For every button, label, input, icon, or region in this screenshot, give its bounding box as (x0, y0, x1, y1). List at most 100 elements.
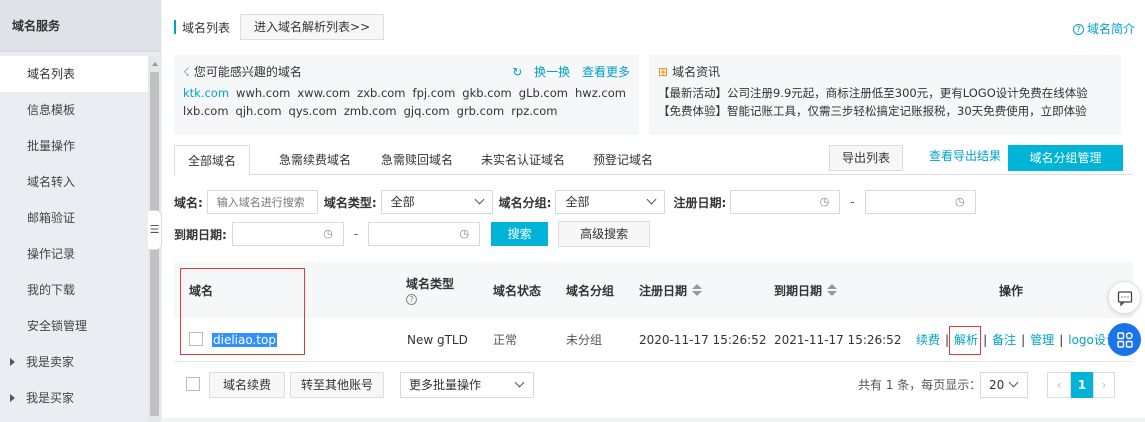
page-header: 域名列表 进入域名解析列表>> (174, 14, 385, 40)
search-button[interactable]: 搜索 (491, 222, 549, 246)
prev-page-button[interactable]: ‹ (1047, 372, 1071, 398)
recommend-domain[interactable]: gjq.com (404, 104, 450, 118)
expand-triangle-icon (10, 394, 15, 402)
tab-renew-needed[interactable]: 急需续费域名 (272, 145, 358, 175)
manage-link[interactable]: 管理 (1030, 333, 1054, 347)
type-cell: New gTLD (407, 333, 468, 347)
reg-date-start[interactable]: ◷ (730, 190, 841, 214)
expand-triangle-icon (10, 358, 15, 366)
exp-date-cell: 2021-11-17 15:26:52 (774, 333, 902, 347)
domain-group-select[interactable]: 全部 (555, 190, 666, 214)
refresh-link[interactable]: ↻ 换一换 (504, 65, 570, 79)
sidebar-group-seller[interactable]: 我是卖家 (0, 344, 148, 380)
sidebar-group-buyer[interactable]: 我是买家 (0, 380, 148, 416)
clock-icon: ◷ (954, 195, 965, 208)
tab-preregistered[interactable]: 预登记域名 (586, 145, 660, 175)
tab-redeem-needed[interactable]: 急需赎回域名 (372, 145, 462, 175)
col-reg-date[interactable]: 注册日期 (639, 262, 703, 318)
refresh-label: 换一换 (534, 65, 571, 79)
sidebar: 域名服务 域名列表 信息模板 批量操作 域名转入 邮箱验证 操作记录 我的下载 … (0, 0, 161, 422)
recommend-domain[interactable]: fpj.com (413, 86, 456, 100)
group-manage-button[interactable]: 域名分组管理 (1008, 145, 1123, 171)
recommend-domain[interactable]: hwz.com (575, 86, 626, 100)
main-content: 域名列表 进入域名解析列表>> ? 域名简介 ☇ 您可能感兴趣的域名 ↻ 换一换 … (162, 0, 1145, 422)
page-size-select[interactable]: 20 (980, 372, 1028, 398)
help-circle-icon[interactable]: ? (406, 294, 417, 305)
col-exp-date[interactable]: 到期日期 (774, 262, 838, 318)
sidebar-item-domain-list[interactable]: 域名列表 (0, 56, 148, 92)
domain-group-label: 域名分组: (498, 195, 552, 210)
record-link[interactable]: 备注 (992, 333, 1016, 347)
feedback-float-button[interactable] (1108, 281, 1141, 314)
recommend-title: 您可能感兴趣的域名 (193, 65, 302, 79)
recommend-domain[interactable]: zxb.com (357, 86, 405, 100)
recommend-domain[interactable]: qys.com (289, 104, 337, 118)
select-all-checkbox[interactable] (186, 377, 200, 391)
domain-highlight-box (180, 268, 305, 355)
recommend-domain[interactable]: wwh.com (236, 86, 290, 100)
recommend-domain[interactable]: qjh.com (236, 104, 282, 118)
domain-type-label: 域名类型: (323, 195, 377, 210)
sidebar-title: 域名服务 (0, 0, 160, 52)
bottom-divider (162, 418, 1145, 422)
export-list-button[interactable]: 导出列表 (829, 145, 903, 171)
batch-renew-button[interactable]: 域名续费 (209, 372, 285, 398)
menu-collapse-icon: ☰ (149, 223, 160, 236)
help-circle-icon: ? (1072, 24, 1084, 35)
recommend-domain[interactable]: rpz.com (511, 104, 557, 118)
recommend-domain[interactable]: ktk.com (183, 86, 229, 100)
view-more-link[interactable]: 查看更多 (582, 65, 630, 79)
date-separator: - (353, 227, 359, 241)
sidebar-item-transfer-in[interactable]: 域名转入 (0, 164, 148, 200)
chat-icon (1117, 290, 1132, 306)
domain-search-input[interactable] (206, 190, 318, 214)
ops-cell: 续费 | 解析 | 备注 | 管理 | logo设计 (916, 333, 1118, 347)
tab-unverified[interactable]: 未实名认证域名 (474, 145, 572, 175)
sidebar-group-label: 我是买家 (26, 391, 75, 405)
filter-row-2: 到期日期: ◷ - ◷ 搜索 高级搜索 (174, 221, 651, 247)
advanced-search-button[interactable]: 高级搜索 (558, 221, 651, 247)
col-ops: 操作 (999, 283, 1024, 298)
sidebar-item-email-verify[interactable]: 邮箱验证 (0, 200, 148, 236)
table-header: 域名 域名类型 ? 域名状态 域名分组 注册日期 到期日期 操作 (174, 262, 1133, 318)
recommend-card: ☇ 您可能感兴趣的域名 ↻ 换一换 查看更多 ktk.com wwh.com xww… (174, 55, 639, 135)
recommend-domain[interactable]: zmb.com (344, 104, 397, 118)
sidebar-collapse-toggle[interactable]: ☰ (148, 210, 162, 250)
recommend-domain[interactable]: grb.com (457, 104, 505, 118)
tab-all-domains[interactable]: 全部域名 (174, 145, 250, 176)
domain-intro-link[interactable]: ? 域名简介 (1072, 20, 1135, 37)
page-button[interactable]: 1 (1071, 372, 1093, 398)
sidebar-item-downloads[interactable]: 我的下载 (0, 272, 148, 308)
exp-date-start[interactable]: ◷ (231, 222, 344, 246)
renew-link[interactable]: 续费 (916, 333, 940, 347)
sidebar-item-operation-log[interactable]: 操作记录 (0, 236, 148, 272)
news-line-2[interactable]: 【免费体验】智能记账工具，仅需三步轻松搞定记账报税，30天免费使用，立即体验 (658, 102, 1112, 120)
news-card: ⊞ 域名资讯 【最新活动】公司注册9.9元起，商标注册低至300元，更有LOGO… (649, 55, 1121, 135)
domain-type-select[interactable]: 全部 (380, 190, 493, 214)
sidebar-item-batch[interactable]: 批量操作 (0, 128, 148, 164)
recommend-domain[interactable]: lxb.com (183, 104, 229, 118)
refresh-icon: ↻ (512, 65, 523, 79)
chevron-down-icon (1008, 377, 1019, 388)
sidebar-item-info-template[interactable]: 信息模板 (0, 92, 148, 128)
resolve-highlight-box (949, 326, 981, 355)
scroll-up-icon[interactable] (151, 62, 158, 66)
recommend-domain[interactable]: gkb.com (462, 86, 511, 100)
dns-list-button[interactable]: 进入域名解析列表>> (240, 14, 385, 40)
next-page-button[interactable]: › (1093, 372, 1115, 398)
table-row: dieliao.top New gTLD 正常 未分组 2020-11-17 1… (174, 318, 1133, 362)
more-batch-select[interactable]: 更多批量操作 (400, 372, 534, 398)
news-line-1[interactable]: 【最新活动】公司注册9.9元起，商标注册低至300元，更有LOGO设计免费在线体… (658, 84, 1112, 102)
export-result-link[interactable]: 查看导出结果 (929, 145, 1001, 171)
col-exp-label: 到期日期 (774, 283, 823, 298)
exp-date-end[interactable]: ◷ (368, 222, 481, 246)
apps-icon (1116, 331, 1133, 348)
recommend-domain[interactable]: gLb.com (519, 86, 568, 100)
sidebar-item-security-lock[interactable]: 安全锁管理 (0, 308, 148, 344)
apps-float-button[interactable] (1108, 323, 1141, 356)
reg-date-end[interactable]: ◷ (864, 190, 976, 214)
col-group: 域名分组 (566, 283, 615, 298)
recommend-domain[interactable]: xww.com (297, 86, 350, 100)
transfer-account-button[interactable]: 转至其他账号 (290, 372, 384, 398)
domain-filter-label: 域名: (174, 195, 203, 210)
